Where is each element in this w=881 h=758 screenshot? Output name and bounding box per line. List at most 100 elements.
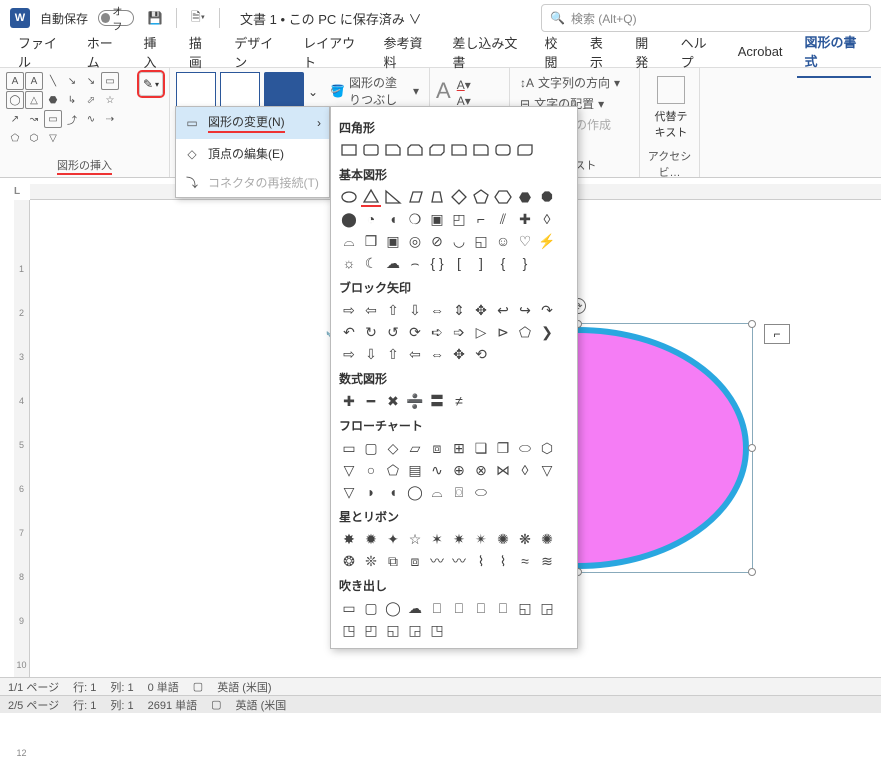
shape-arrow-strip[interactable]: ▷ [471, 322, 491, 342]
shape-arrow-callout-l[interactable]: ⇦ [405, 344, 425, 364]
shape-fc-collate[interactable]: ⋈ [493, 460, 513, 480]
shape-fc-doc[interactable]: ❏ [471, 438, 491, 458]
shape-rounded-rect[interactable] [361, 140, 381, 160]
shape-star16[interactable]: ✺ [537, 529, 557, 549]
shape-arrow-lr[interactable]: ⇔ [427, 300, 447, 320]
shape-heart[interactable]: ♡ [515, 231, 535, 251]
resize-handle-se[interactable] [748, 568, 756, 576]
shape-arrow-c4[interactable]: ➪ [427, 322, 447, 342]
shape-arrow-bent[interactable]: ↩ [493, 300, 513, 320]
shape-callout-b1[interactable]: ◱ [515, 598, 535, 618]
shape-l[interactable]: ⌐ [471, 209, 491, 229]
shape-gallery[interactable]: AA╲↘↘▭◯ △⬣↳⬀☆↗↝ ▭⤴∿⇢⬠⬡▽ [6, 72, 135, 147]
shape-bracket-r[interactable]: [ [449, 253, 469, 273]
status-col[interactable]: 列: 1 [110, 679, 133, 695]
shape-fc-sort[interactable]: ◊ [515, 460, 535, 480]
shape-callout-rect[interactable]: ▭ [339, 598, 359, 618]
shape-ribbon-down[interactable]: ⧈ [405, 551, 425, 571]
shape-snip-round[interactable] [449, 140, 469, 160]
shape-octagon[interactable]: ⯃ [537, 187, 557, 207]
shape-arrow-callout-d[interactable]: ⇩ [361, 344, 381, 364]
shape-chord[interactable]: ◖ [383, 209, 403, 229]
shape-arrow-curved-l[interactable]: ↶ [339, 322, 359, 342]
shape-fc-off[interactable]: ⬠ [383, 460, 403, 480]
shape-fc-predef[interactable]: ⧈ [427, 438, 447, 458]
shape-lightning[interactable]: ⚡ [537, 231, 557, 251]
shape-arrow-circ[interactable]: ⟲ [471, 344, 491, 364]
shape-fc-merge[interactable]: ▽ [339, 482, 359, 502]
shape-smiley[interactable]: ☺ [493, 231, 513, 251]
status-words[interactable]: 0 単語 [148, 679, 179, 695]
shape-callout-b3[interactable]: ◳ [339, 620, 359, 640]
shape-arrow-callout-lr[interactable]: ⇔ [427, 344, 447, 364]
shape-bracket-l[interactable]: { } [427, 253, 447, 273]
shape-can[interactable]: ⌓ [339, 231, 359, 251]
status2-col[interactable]: 列: 1 [110, 697, 133, 713]
autosave-toggle[interactable]: オフ [98, 10, 134, 26]
shape-star24[interactable]: ❂ [339, 551, 359, 571]
shape-callout-b5[interactable]: ◱ [383, 620, 403, 640]
tab-shape-format[interactable]: 図形の書式 [797, 26, 871, 78]
shape-arrow-ud[interactable]: ⇕ [449, 300, 469, 320]
shape-arrow-uturn[interactable]: ↪ [515, 300, 535, 320]
shape-fc-conn[interactable]: ○ [361, 460, 381, 480]
shape-bracket-r2[interactable]: ] [471, 253, 491, 273]
shape-fc-internal[interactable]: ⊞ [449, 438, 469, 458]
shape-fc-process[interactable]: ▭ [339, 438, 359, 458]
shape-diag-stripe[interactable]: ⫽ [493, 209, 513, 229]
shape-arrow-pent[interactable]: ⬠ [515, 322, 535, 342]
status2-page[interactable]: 2/5 ページ [8, 697, 59, 713]
shape-brace-r[interactable]: } [515, 253, 535, 273]
shape-fc-manual[interactable]: ▽ [339, 460, 359, 480]
shape-fc-data[interactable]: ▱ [405, 438, 425, 458]
shape-fc-magd[interactable]: ⌓ [427, 482, 447, 502]
shape-star7[interactable]: ✷ [449, 529, 469, 549]
shape-snip-2[interactable] [405, 140, 425, 160]
resize-handle-ne[interactable] [748, 320, 756, 328]
shape-oval[interactable] [339, 187, 359, 207]
shape-arrow-up[interactable]: ⇧ [383, 300, 403, 320]
shape-half-frame[interactable]: ◰ [449, 209, 469, 229]
shape-fc-tape[interactable]: ∿ [427, 460, 447, 480]
status-line[interactable]: 行: 1 [73, 679, 96, 695]
shape-callout-oval[interactable]: ◯ [383, 598, 403, 618]
shape-fc-stored[interactable]: ◗ [361, 482, 381, 502]
shape-block-arc[interactable]: ◡ [449, 231, 469, 251]
shape-fc-sum[interactable]: ⊕ [449, 460, 469, 480]
shape-arrow-curved-r[interactable]: ↷ [537, 300, 557, 320]
shape-callout-line3[interactable]: ⎕ [471, 598, 491, 618]
menu-edit-points[interactable]: ◇ 頂点の編集(E) [176, 139, 329, 168]
shape-right-triangle[interactable] [383, 187, 403, 207]
shape-ribbon-up[interactable]: ⧉ [383, 551, 403, 571]
status2-words[interactable]: 2691 単語 [148, 697, 198, 713]
shape-horz-scroll[interactable]: ⌇ [493, 551, 513, 571]
alt-text-button[interactable]: 代替テキスト [646, 72, 696, 144]
shape-star8[interactable]: ✴ [471, 529, 491, 549]
resize-handle-e[interactable] [748, 444, 756, 452]
status2-proof-icon[interactable]: ▢ [211, 698, 221, 711]
shape-plus[interactable]: ✚ [515, 209, 535, 229]
shape-trapezoid[interactable] [427, 187, 447, 207]
shape-diamond[interactable] [449, 187, 469, 207]
edit-shape-button[interactable]: ✎▾ [139, 72, 163, 96]
shape-cloud[interactable]: ☁ [383, 253, 403, 273]
shape-arrow-callout-r[interactable]: ⇨ [339, 344, 359, 364]
shape-star6[interactable]: ✶ [427, 529, 447, 549]
layout-options-button[interactable]: ⌐ [764, 324, 790, 344]
shape-parallelogram[interactable] [405, 187, 425, 207]
shape-callout-round[interactable]: ▢ [361, 598, 381, 618]
shape-snip-diag[interactable] [427, 140, 447, 160]
shape-fc-direct[interactable]: ⌼ [449, 482, 469, 502]
shape-round-2[interactable] [493, 140, 513, 160]
shape-fill-button[interactable]: 🪣図形の塗りつぶし ▾ [326, 72, 423, 110]
shape-callout-cloud[interactable]: ☁ [405, 598, 425, 618]
shape-callout-line2[interactable]: ⎕ [449, 598, 469, 618]
shape-star-explode2[interactable]: ✹ [361, 529, 381, 549]
shape-eq-plus[interactable]: ✚ [339, 391, 359, 411]
shape-callout-b6[interactable]: ◲ [405, 620, 425, 640]
shape-eq-div[interactable]: ➗ [405, 391, 425, 411]
shape-wave[interactable]: ≈ [515, 551, 535, 571]
shape-moon[interactable]: ☾ [361, 253, 381, 273]
shape-eq-neq[interactable]: ≠ [449, 391, 469, 411]
shape-arrow-c3[interactable]: ⟳ [405, 322, 425, 342]
